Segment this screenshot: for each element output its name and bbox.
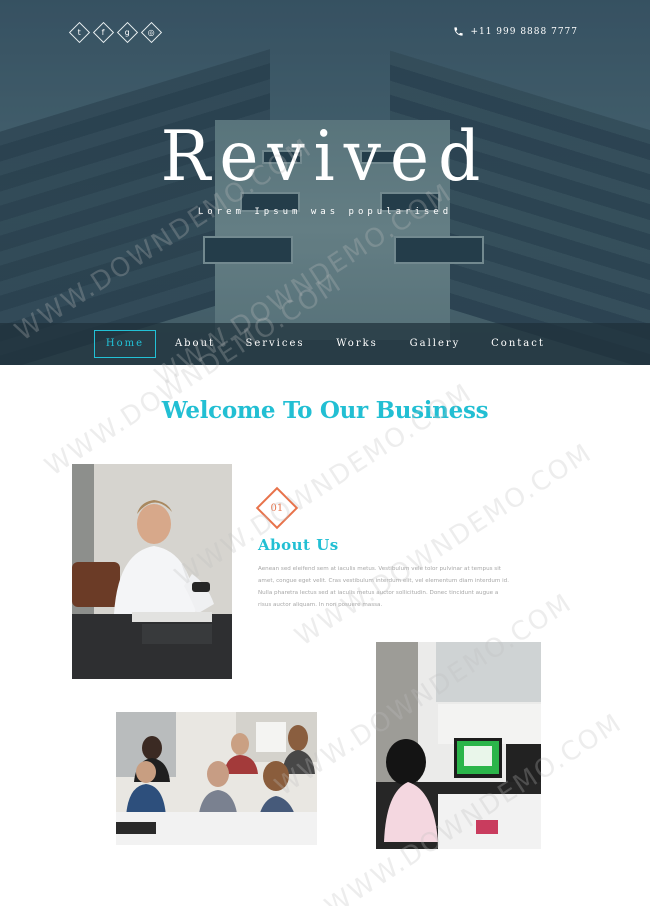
- businessman-photo: [72, 464, 232, 679]
- facebook-icon[interactable]: f: [92, 21, 115, 44]
- office-worker-photo: [376, 642, 541, 849]
- nav-about[interactable]: About: [170, 330, 220, 358]
- team-meeting-photo: [116, 712, 317, 845]
- twitter-icon[interactable]: t: [68, 21, 91, 44]
- nav-contact[interactable]: Contact: [488, 330, 548, 358]
- site-title: Revived: [160, 116, 490, 197]
- welcome-heading: Welcome To Our Business: [161, 397, 489, 424]
- nav-services[interactable]: Services: [244, 330, 306, 358]
- hero-section: t f g ◎ +11 999 8888 7777 Revived Lorem …: [0, 0, 650, 365]
- nav-home[interactable]: Home: [94, 330, 156, 358]
- nav-works[interactable]: Works: [332, 330, 382, 358]
- main-nav: Home About Services Works Gallery Contac…: [0, 323, 650, 365]
- social-links: t f g ◎: [68, 21, 163, 44]
- phone-number: +11 999 8888 7777: [470, 26, 578, 37]
- step-number-badge: 01: [255, 486, 299, 530]
- about-paragraph: Aenean sed eleifend sem at iaculis metus…: [258, 566, 509, 608]
- dribbble-icon[interactable]: ◎: [140, 21, 163, 44]
- phone-contact: +11 999 8888 7777: [453, 26, 578, 37]
- site-tagline: Lorem Ipsum was popularised: [197, 207, 453, 217]
- nav-gallery[interactable]: Gallery: [406, 330, 464, 358]
- phone-icon: [454, 27, 464, 36]
- google-plus-icon[interactable]: g: [116, 21, 139, 44]
- about-heading: About Us: [258, 536, 339, 554]
